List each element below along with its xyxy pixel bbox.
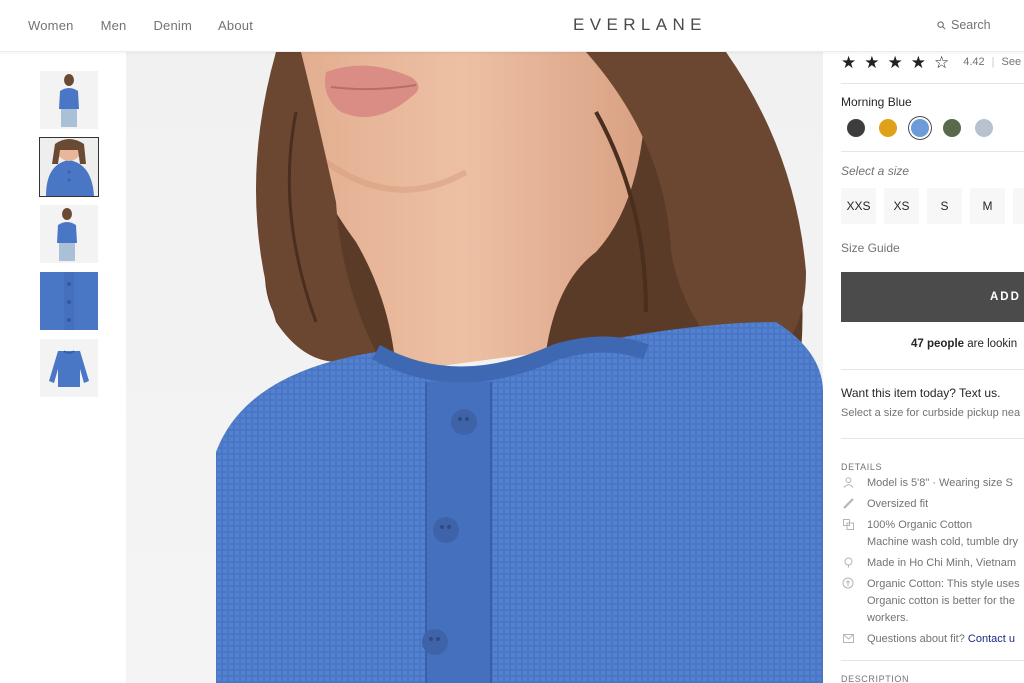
leaf-icon [841, 576, 855, 590]
size-xs[interactable]: XS [884, 188, 919, 224]
search-label: Search [951, 18, 991, 32]
divider [841, 83, 1024, 84]
swatch-light-grey-blue[interactable] [975, 119, 993, 137]
viewers-count: 47 people [911, 338, 965, 350]
swatch-olive[interactable] [943, 119, 961, 137]
divider [841, 438, 1024, 439]
detail-material-text: 100% Organic Cotton Machine wash cold, tu… [867, 517, 1018, 551]
detail-questions: Questions about fit? Contact u [841, 631, 1015, 648]
detail-model: Model is 5'8" · Wearing size S [841, 475, 1013, 492]
detail-material: 100% Organic Cotton Machine wash cold, tu… [841, 517, 1018, 551]
search-icon [937, 20, 946, 30]
star-icon: ★ [841, 52, 857, 72]
care-line: Machine wash cold, tumble dry [867, 536, 1019, 548]
questions-text: Questions about fit? Contact u [867, 631, 1015, 648]
thumbnail-2[interactable] [39, 137, 99, 197]
questions-label: Questions about fit? [867, 633, 968, 645]
add-to-bag-button[interactable]: ADD [841, 272, 1024, 322]
nav-about[interactable]: About [218, 18, 253, 33]
material-line: 100% Organic Cotton [867, 519, 973, 531]
size-prompt: Select a size [841, 164, 910, 178]
thumbnail-1[interactable] [40, 71, 98, 129]
ruler-icon [841, 496, 855, 510]
size-s[interactable]: S [927, 188, 962, 224]
site-header: Women Men Denim About EVERLANE Search [0, 0, 1024, 52]
thumbnail-4[interactable] [40, 272, 98, 330]
swatch-morning-blue[interactable] [911, 119, 929, 137]
size-options: XXS XS S M [841, 188, 1024, 224]
text-us-heading[interactable]: Want this item today? Text us. [841, 386, 1000, 400]
detail-fit: Oversized fit [841, 496, 928, 513]
thumbnail-3[interactable] [40, 205, 98, 263]
detail-made-in: Made in Ho Chi Minh, Vietnam [841, 555, 1016, 572]
main-nav: Women Men Denim About [28, 18, 253, 33]
star-icon: ★ [864, 52, 880, 72]
divider [841, 369, 1024, 370]
star-half-icon: ☆ [934, 52, 950, 72]
search-link[interactable]: Search [937, 18, 991, 32]
product-details-panel: ★ ★ ★ ★ ☆ 4.42 | See Morning Blue Select… [823, 52, 1024, 683]
person-icon [841, 475, 855, 489]
organic-line-2: Organic cotton is better for the [867, 595, 1015, 607]
size-m[interactable]: M [970, 188, 1005, 224]
size-guide-link[interactable]: Size Guide [841, 241, 900, 255]
thumbnail-list [39, 71, 99, 406]
detail-fit-text: Oversized fit [867, 498, 929, 510]
nav-men[interactable]: Men [101, 18, 127, 33]
detail-organic: Organic Cotton: This style uses Organic c… [841, 576, 1020, 627]
star-icon: ★ [910, 52, 926, 72]
rating-separator: | [991, 56, 995, 68]
detail-organic-text: Organic Cotton: This style uses Organic c… [867, 576, 1020, 627]
fabric-icon [841, 517, 855, 531]
detail-made-in-text: Made in Ho Chi Minh, Vietnam [867, 557, 1016, 569]
rating-value: 4.42 [963, 56, 985, 68]
globe-icon [841, 555, 855, 569]
reviews-link[interactable]: See [1002, 56, 1022, 68]
curbside-pickup-text: Select a size for curbside pickup nea [841, 407, 1021, 419]
details-heading: DETAILS [841, 462, 883, 472]
rating-stars[interactable]: ★ ★ ★ ★ ☆ [841, 54, 949, 71]
swatch-charcoal[interactable] [847, 119, 865, 137]
contact-us-link[interactable]: Contact u [968, 633, 1015, 645]
detail-model-text: Model is 5'8" · Wearing size S [867, 477, 1013, 489]
selected-color-name: Morning Blue [841, 95, 912, 109]
rating-row: ★ ★ ★ ★ ☆ 4.42 | See [841, 53, 1021, 71]
nav-women[interactable]: Women [28, 18, 74, 33]
brand-logo[interactable]: EVERLANE [573, 15, 707, 35]
divider [841, 151, 1024, 152]
organic-line-3: workers. [867, 612, 909, 624]
nav-denim[interactable]: Denim [153, 18, 192, 33]
size-next[interactable] [1013, 188, 1024, 224]
description-heading[interactable]: DESCRIPTION [841, 674, 909, 683]
divider [841, 660, 1024, 661]
color-swatches [847, 119, 993, 137]
viewers-text: are lookin [964, 338, 1018, 350]
swatch-mustard[interactable] [879, 119, 897, 137]
thumbnail-5[interactable] [40, 339, 98, 397]
star-icon: ★ [887, 52, 903, 72]
viewers-notice: 47 people are lookin [911, 338, 1017, 350]
organic-line-1: Organic Cotton: This style uses [867, 578, 1020, 590]
mail-icon [841, 631, 855, 645]
product-main-image[interactable] [126, 52, 823, 683]
size-xxs[interactable]: XXS [841, 188, 876, 224]
